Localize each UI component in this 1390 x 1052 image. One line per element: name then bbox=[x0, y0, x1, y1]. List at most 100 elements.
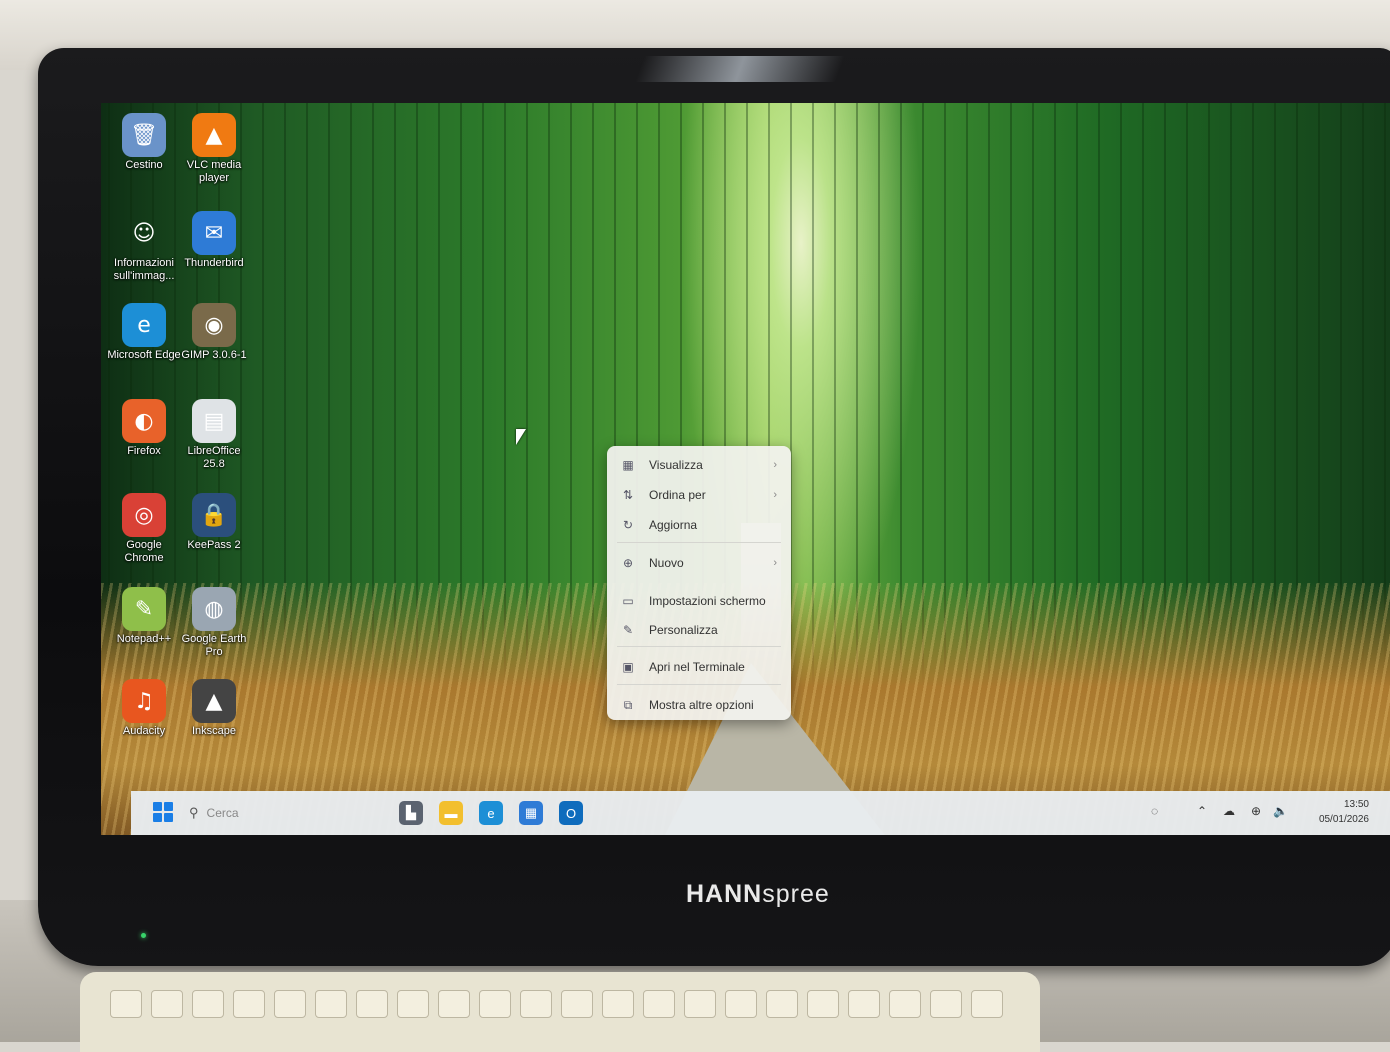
taskbar-cursor-app[interactable]: ▙ bbox=[399, 801, 423, 825]
audacity-icon: ♫ bbox=[122, 679, 166, 723]
desktop-icon-gimp[interactable]: ◉ GIMP 3.0.6-1 bbox=[177, 303, 251, 362]
desktop-icon-edge[interactable]: e Microsoft Edge bbox=[107, 303, 181, 362]
bezel-reflection bbox=[635, 56, 845, 82]
desktop-icon-label: VLC media player bbox=[186, 159, 242, 184]
brand-rest: spree bbox=[762, 880, 830, 908]
info-icon: ☺ bbox=[132, 220, 156, 246]
tray-chevron-icon[interactable]: ⌃ bbox=[1197, 804, 1207, 818]
menu-item-personalizza[interactable]: ✎ Personalizza bbox=[607, 617, 791, 643]
taskbar-outlook[interactable]: O bbox=[559, 801, 583, 825]
inkscape-icon: ▲ bbox=[192, 679, 236, 723]
keyboard-key bbox=[807, 990, 839, 1018]
desktop-icon-audacity[interactable]: ♫ Audacity bbox=[107, 679, 181, 738]
desktop-icon-label: Google Chrome bbox=[124, 539, 164, 564]
desktop-icon-label: LibreOffice 25.8 bbox=[187, 445, 241, 470]
menu-item-mostra-altre-opzioni[interactable]: ⧉ Mostra altre opzioni bbox=[607, 692, 791, 718]
keyboard-key bbox=[971, 990, 1003, 1018]
keyboard-key bbox=[397, 990, 429, 1018]
search-placeholder: Cerca bbox=[206, 806, 239, 820]
grid-icon: ▦ bbox=[622, 458, 634, 472]
desktop-icon-thunderbird[interactable]: ✉ Thunderbird bbox=[177, 211, 251, 270]
store-icon: ▦ bbox=[524, 805, 538, 820]
refresh-icon: ↻ bbox=[622, 518, 634, 532]
keyboard-key bbox=[479, 990, 511, 1018]
desktop-icon-inkscape[interactable]: ▲ Inkscape bbox=[177, 679, 251, 738]
desktop-icon-label: Cestino bbox=[125, 159, 163, 171]
menu-item-label: Visualizza bbox=[649, 458, 703, 472]
outlook-icon: O bbox=[565, 805, 577, 821]
clock[interactable]: 13:50 05/01/2026 bbox=[1299, 797, 1369, 827]
desktop-context-menu: ▦ Visualizza › ⇅ Ordina per › ↻ Aggiorna ⊕ Nuovo ›… bbox=[607, 446, 791, 720]
taskview-icon: ▙ bbox=[406, 805, 416, 820]
chrome-icon: ◎ bbox=[122, 493, 166, 537]
keyboard-key bbox=[930, 990, 962, 1018]
menu-item-label: Aggiorna bbox=[649, 518, 698, 532]
desktop-icon-chrome[interactable]: ◎ Google Chrome bbox=[107, 493, 181, 565]
keyboard-key bbox=[848, 990, 880, 1018]
keyboard-key bbox=[520, 990, 552, 1018]
desktop-icon-notepadpp[interactable]: ✎ Notepad++ bbox=[107, 587, 181, 646]
menu-item-visualizza[interactable]: ▦ Visualizza › bbox=[607, 452, 791, 478]
menu-separator bbox=[617, 542, 781, 543]
taskbar: ⚲ Cerca ◌ ⌃ ☁ ⊕ 🔈 13:50 05/01/2026 ▙ ▬ e ▦ O bbox=[131, 791, 1390, 835]
desktop-icon-vlc[interactable]: ▲ VLC media player bbox=[177, 113, 251, 185]
mouse-cursor bbox=[516, 429, 526, 445]
keepass-icon: 🔒 bbox=[192, 493, 236, 537]
keyboard-key bbox=[643, 990, 675, 1018]
more-options-icon: ⧉ bbox=[623, 697, 633, 712]
keyboard-key bbox=[274, 990, 306, 1018]
vlc-icon: ▲ bbox=[192, 113, 236, 157]
personalize-icon: ✎ bbox=[622, 623, 634, 637]
search-box[interactable]: ⚲ Cerca bbox=[189, 800, 369, 826]
desktop-icon-info[interactable]: ☺ Informazioni sull'immag... bbox=[107, 211, 181, 283]
taskbar-file-explorer[interactable]: ▬ bbox=[439, 801, 463, 825]
menu-item-impostazioni-schermo[interactable]: ▭ Impostazioni schermo bbox=[607, 588, 791, 614]
keyboard-key bbox=[151, 990, 183, 1018]
network-icon[interactable]: ☁ bbox=[1223, 804, 1235, 818]
menu-item-nuovo[interactable]: ⊕ Nuovo › bbox=[607, 550, 791, 576]
recycle-bin-icon: 🗑 bbox=[122, 113, 166, 157]
menu-item-aggiorna[interactable]: ↻ Aggiorna bbox=[607, 512, 791, 538]
desktop-icon-google-earth[interactable]: ◍ Google Earth Pro bbox=[177, 587, 251, 659]
chevron-right-icon: › bbox=[773, 489, 777, 501]
monitor-brand-logo: HANNspree bbox=[686, 880, 830, 909]
brand-bold: HANN bbox=[686, 880, 763, 908]
globe-icon[interactable]: ⊕ bbox=[1251, 804, 1261, 818]
chevron-right-icon: › bbox=[773, 557, 777, 569]
edge-tray-icon[interactable]: ◌ bbox=[1151, 804, 1158, 818]
new-icon: ⊕ bbox=[622, 556, 634, 570]
desktop-icon-label: Google Earth Pro bbox=[181, 633, 247, 658]
keyboard-key bbox=[889, 990, 921, 1018]
keyboard-key bbox=[725, 990, 757, 1018]
taskbar-edge[interactable]: e bbox=[479, 801, 503, 825]
taskbar-store[interactable]: ▦ bbox=[519, 801, 543, 825]
volume-icon[interactable]: 🔈 bbox=[1273, 804, 1288, 818]
desktop-icon-label: Inkscape bbox=[191, 725, 237, 737]
chevron-right-icon: › bbox=[773, 459, 777, 471]
clock-date: 05/01/2026 bbox=[1318, 814, 1369, 825]
desktop-icon-recycle-bin[interactable]: 🗑 Cestino bbox=[107, 113, 181, 172]
keyboard-key bbox=[315, 990, 347, 1018]
windows-logo-icon bbox=[153, 802, 162, 811]
menu-item-apri-nel-terminale[interactable]: ▣ Apri nel Terminale bbox=[607, 654, 791, 680]
desktop-icon-label: Microsoft Edge bbox=[107, 349, 181, 361]
start-button[interactable] bbox=[153, 802, 173, 822]
desktop-icon-libreoffice[interactable]: ▤ LibreOffice 25.8 bbox=[177, 399, 251, 471]
gimp-icon: ◉ bbox=[192, 303, 236, 347]
thunderbird-icon: ✉ bbox=[192, 211, 236, 255]
firefox-icon: ◐ bbox=[122, 399, 166, 443]
keyboard-key bbox=[110, 990, 142, 1018]
menu-item-label: Impostazioni schermo bbox=[649, 594, 766, 608]
folder-icon: ▬ bbox=[444, 805, 458, 821]
desktop-icon-label: GIMP 3.0.6-1 bbox=[181, 349, 247, 361]
menu-item-label: Ordina per bbox=[649, 488, 706, 502]
edge-icon: e bbox=[487, 805, 495, 821]
sort-icon: ⇅ bbox=[622, 488, 634, 502]
keyboard-key bbox=[602, 990, 634, 1018]
notepadpp-icon: ✎ bbox=[122, 587, 166, 631]
desktop-icon-keepass[interactable]: 🔒 KeePass 2 bbox=[177, 493, 251, 552]
desktop-icon-label: Audacity bbox=[122, 725, 166, 737]
desktop-icon-firefox[interactable]: ◐ Firefox bbox=[107, 399, 181, 458]
power-led bbox=[141, 933, 146, 938]
menu-item-ordina-per[interactable]: ⇅ Ordina per › bbox=[607, 482, 791, 508]
